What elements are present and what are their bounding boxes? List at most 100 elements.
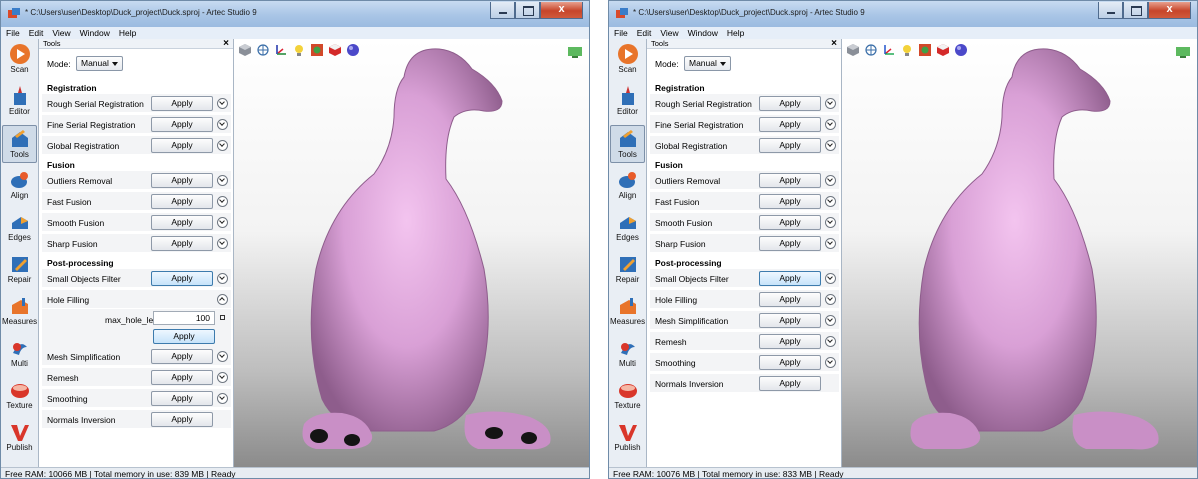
expand-icon[interactable] bbox=[825, 294, 836, 305]
apply-button[interactable]: Apply bbox=[759, 173, 821, 188]
apply-button[interactable]: Apply bbox=[759, 215, 821, 230]
sidebar-item-measures[interactable]: Measures bbox=[610, 293, 645, 331]
menu-view[interactable]: View bbox=[47, 27, 74, 39]
apply-button[interactable]: Apply bbox=[151, 370, 213, 385]
minimize-button[interactable] bbox=[1098, 2, 1123, 19]
close-button[interactable]: x bbox=[540, 2, 583, 19]
menu-window[interactable]: Window bbox=[683, 27, 722, 39]
3d-viewport[interactable] bbox=[234, 39, 589, 467]
expand-icon[interactable] bbox=[217, 98, 228, 109]
apply-button[interactable]: Apply bbox=[759, 313, 821, 328]
menu-edit[interactable]: Edit bbox=[24, 27, 48, 39]
sidebar-item-tools[interactable]: Tools bbox=[610, 125, 645, 163]
edges-icon bbox=[619, 217, 636, 229]
sidebar-item-repair[interactable]: Repair bbox=[2, 251, 37, 289]
apply-button[interactable]: Apply bbox=[151, 194, 213, 209]
menu-edit[interactable]: Edit bbox=[632, 27, 656, 39]
sidebar-item-edges[interactable]: Edges bbox=[2, 209, 37, 247]
menu-help[interactable]: Help bbox=[114, 27, 140, 39]
sidebar-item-scan[interactable]: Scan bbox=[610, 41, 645, 79]
tool-row-global-registration: Global Registration Apply bbox=[650, 136, 839, 155]
menu-view[interactable]: View bbox=[655, 27, 682, 39]
sidebar-item-tools[interactable]: Tools bbox=[2, 125, 37, 163]
window-title: * C:\Users\user\Desktop\Duck_project\Duc… bbox=[633, 8, 865, 17]
collapse-icon[interactable] bbox=[217, 294, 228, 305]
apply-button[interactable]: Apply bbox=[759, 117, 821, 132]
apply-button[interactable]: Apply bbox=[759, 292, 821, 307]
sidebar-item-scan[interactable]: Scan bbox=[2, 41, 37, 79]
apply-button[interactable]: Apply bbox=[151, 391, 213, 406]
expand-icon[interactable] bbox=[217, 140, 228, 151]
apply-button[interactable]: Apply bbox=[151, 271, 213, 286]
maximize-button[interactable] bbox=[1123, 2, 1148, 19]
sidebar-item-align[interactable]: Align bbox=[610, 167, 645, 205]
expand-icon[interactable] bbox=[825, 196, 836, 207]
expand-icon[interactable] bbox=[825, 98, 836, 109]
expand-icon[interactable] bbox=[217, 238, 228, 249]
expand-icon[interactable] bbox=[217, 273, 228, 284]
menu-file[interactable]: File bbox=[1, 27, 24, 39]
menu-window[interactable]: Window bbox=[75, 27, 114, 39]
sidebar-item-measures[interactable]: Measures bbox=[2, 293, 37, 331]
expand-icon[interactable] bbox=[825, 217, 836, 228]
sidebar-item-editor[interactable]: Editor bbox=[2, 83, 37, 121]
minimize-button[interactable] bbox=[490, 2, 515, 19]
expand-icon[interactable] bbox=[825, 357, 836, 368]
apply-button[interactable]: Apply bbox=[759, 138, 821, 153]
apply-button[interactable]: Apply bbox=[151, 215, 213, 230]
apply-button[interactable]: Apply bbox=[153, 329, 215, 344]
menu-file[interactable]: File bbox=[609, 27, 632, 39]
apply-button[interactable]: Apply bbox=[151, 349, 213, 364]
mode-select[interactable]: Manual bbox=[76, 56, 123, 71]
sidebar-item-multi[interactable]: Multi bbox=[2, 335, 37, 373]
expand-icon[interactable] bbox=[217, 217, 228, 228]
expand-icon[interactable] bbox=[825, 315, 836, 326]
close-button[interactable]: x bbox=[1148, 2, 1191, 19]
expand-icon[interactable] bbox=[825, 140, 836, 151]
max-hole-len-input[interactable]: 100 bbox=[153, 311, 215, 325]
apply-button[interactable]: Apply bbox=[151, 173, 213, 188]
expand-icon[interactable] bbox=[217, 119, 228, 130]
mode-select[interactable]: Manual bbox=[684, 56, 731, 71]
apply-button[interactable]: Apply bbox=[151, 412, 213, 427]
apply-button[interactable]: Apply bbox=[151, 96, 213, 111]
apply-button[interactable]: Apply bbox=[759, 194, 821, 209]
expand-icon[interactable] bbox=[217, 372, 228, 383]
title-bar[interactable]: * C:\Users\user\Desktop\Duck_project\Duc… bbox=[609, 1, 1197, 27]
apply-button[interactable]: Apply bbox=[759, 271, 821, 286]
sidebar-item-repair[interactable]: Repair bbox=[610, 251, 645, 289]
apply-button[interactable]: Apply bbox=[151, 117, 213, 132]
expand-icon[interactable] bbox=[825, 238, 836, 249]
sidebar-item-edges[interactable]: Edges bbox=[610, 209, 645, 247]
apply-button[interactable]: Apply bbox=[759, 334, 821, 349]
panel-close-icon[interactable]: × bbox=[223, 38, 229, 49]
sidebar-item-texture[interactable]: Texture bbox=[2, 377, 37, 415]
apply-button[interactable]: Apply bbox=[759, 376, 821, 391]
apply-button[interactable]: Apply bbox=[759, 96, 821, 111]
expand-icon[interactable] bbox=[825, 336, 836, 347]
sidebar-item-publish[interactable]: Publish bbox=[2, 419, 37, 457]
sidebar-item-texture[interactable]: Texture bbox=[610, 377, 645, 415]
title-bar[interactable]: * C:\Users\user\Desktop\Duck_project\Duc… bbox=[1, 1, 589, 27]
sidebar-item-align[interactable]: Align bbox=[2, 167, 37, 205]
apply-button[interactable]: Apply bbox=[759, 355, 821, 370]
menu-help[interactable]: Help bbox=[722, 27, 748, 39]
panel-close-icon[interactable]: × bbox=[831, 38, 837, 49]
maximize-button[interactable] bbox=[515, 2, 540, 19]
expand-icon[interactable] bbox=[825, 273, 836, 284]
param-checkbox[interactable] bbox=[220, 315, 225, 320]
expand-icon[interactable] bbox=[217, 351, 228, 362]
3d-viewport[interactable] bbox=[842, 39, 1197, 467]
expand-icon[interactable] bbox=[825, 175, 836, 186]
sidebar-item-publish[interactable]: Publish bbox=[610, 419, 645, 457]
expand-icon[interactable] bbox=[217, 393, 228, 404]
apply-button[interactable]: Apply bbox=[151, 236, 213, 251]
expand-icon[interactable] bbox=[217, 175, 228, 186]
apply-button[interactable]: Apply bbox=[759, 236, 821, 251]
sidebar-item-editor[interactable]: Editor bbox=[610, 83, 645, 121]
mode-label: Mode: bbox=[47, 59, 71, 69]
apply-button[interactable]: Apply bbox=[151, 138, 213, 153]
expand-icon[interactable] bbox=[217, 196, 228, 207]
sidebar-item-multi[interactable]: Multi bbox=[610, 335, 645, 373]
expand-icon[interactable] bbox=[825, 119, 836, 130]
